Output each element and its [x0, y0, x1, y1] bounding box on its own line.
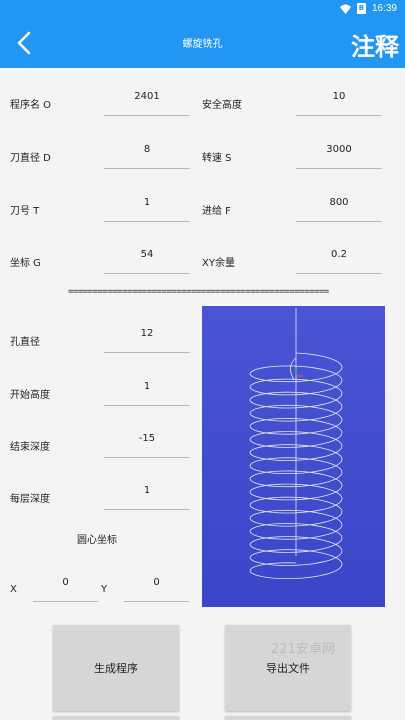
- safe-height-field[interactable]: 10: [296, 88, 382, 116]
- extra-button-right[interactable]: [225, 716, 351, 720]
- tool-no-field[interactable]: 1: [104, 194, 190, 222]
- generate-program-label: 生成程序: [94, 662, 138, 675]
- generate-program-button[interactable]: 生成程序: [53, 625, 179, 711]
- program-label: 程序名 O: [10, 100, 52, 111]
- helix-toolpath: [249, 308, 343, 579]
- entry-arc: [290, 357, 297, 381]
- feed-label: 进给 F: [202, 206, 231, 217]
- hole-dia-label: 孔直径: [10, 337, 40, 348]
- status-bar: B 16:39: [0, 0, 405, 18]
- x-label: X: [10, 584, 17, 595]
- end-depth-label: 结束深度: [10, 442, 50, 453]
- xy-allowance-label: XY余量: [202, 258, 235, 269]
- export-file-label: 导出文件: [266, 662, 310, 675]
- watermark: 221安卓网: [271, 642, 335, 657]
- annotation-button[interactable]: 注释: [351, 27, 399, 62]
- start-height-label: 开始高度: [10, 390, 50, 401]
- layer-depth-field[interactable]: 1: [104, 482, 190, 510]
- extra-button-left[interactable]: [53, 716, 179, 720]
- safe-height-label: 安全高度: [202, 100, 242, 111]
- center-coord-label: 圆心坐标: [77, 535, 117, 546]
- coord-label: 坐标 G: [10, 258, 41, 269]
- speed-label: 转速 S: [202, 153, 232, 164]
- end-depth-field[interactable]: -15: [104, 430, 190, 458]
- app-bar: 螺旋铣孔 注释: [0, 18, 405, 68]
- page-title: 螺旋铣孔: [182, 39, 223, 50]
- xy-allowance-field[interactable]: 0.2: [296, 246, 382, 274]
- tool-dia-field[interactable]: 8: [104, 141, 190, 169]
- toolpath-preview[interactable]: [202, 306, 385, 607]
- y-label: Y: [101, 584, 108, 595]
- start-height-field[interactable]: 1: [104, 378, 190, 406]
- y-field[interactable]: 0: [124, 574, 189, 602]
- program-field[interactable]: 2401: [104, 88, 190, 116]
- battery-icon: B: [356, 3, 366, 14]
- speed-field[interactable]: 3000: [296, 141, 382, 169]
- tool-dia-label: 刀直径 D: [10, 153, 51, 164]
- coord-field[interactable]: 54: [104, 246, 190, 274]
- feed-field[interactable]: 800: [296, 194, 382, 222]
- tool-no-label: 刀号 T: [10, 206, 40, 217]
- hole-dia-field[interactable]: 12: [104, 325, 190, 353]
- layer-depth-label: 每层深度: [10, 494, 50, 505]
- x-field[interactable]: 0: [33, 574, 98, 602]
- wifi-icon: [339, 4, 351, 14]
- section-divider: ========================================…: [68, 287, 329, 297]
- status-time: 16:39: [371, 3, 397, 14]
